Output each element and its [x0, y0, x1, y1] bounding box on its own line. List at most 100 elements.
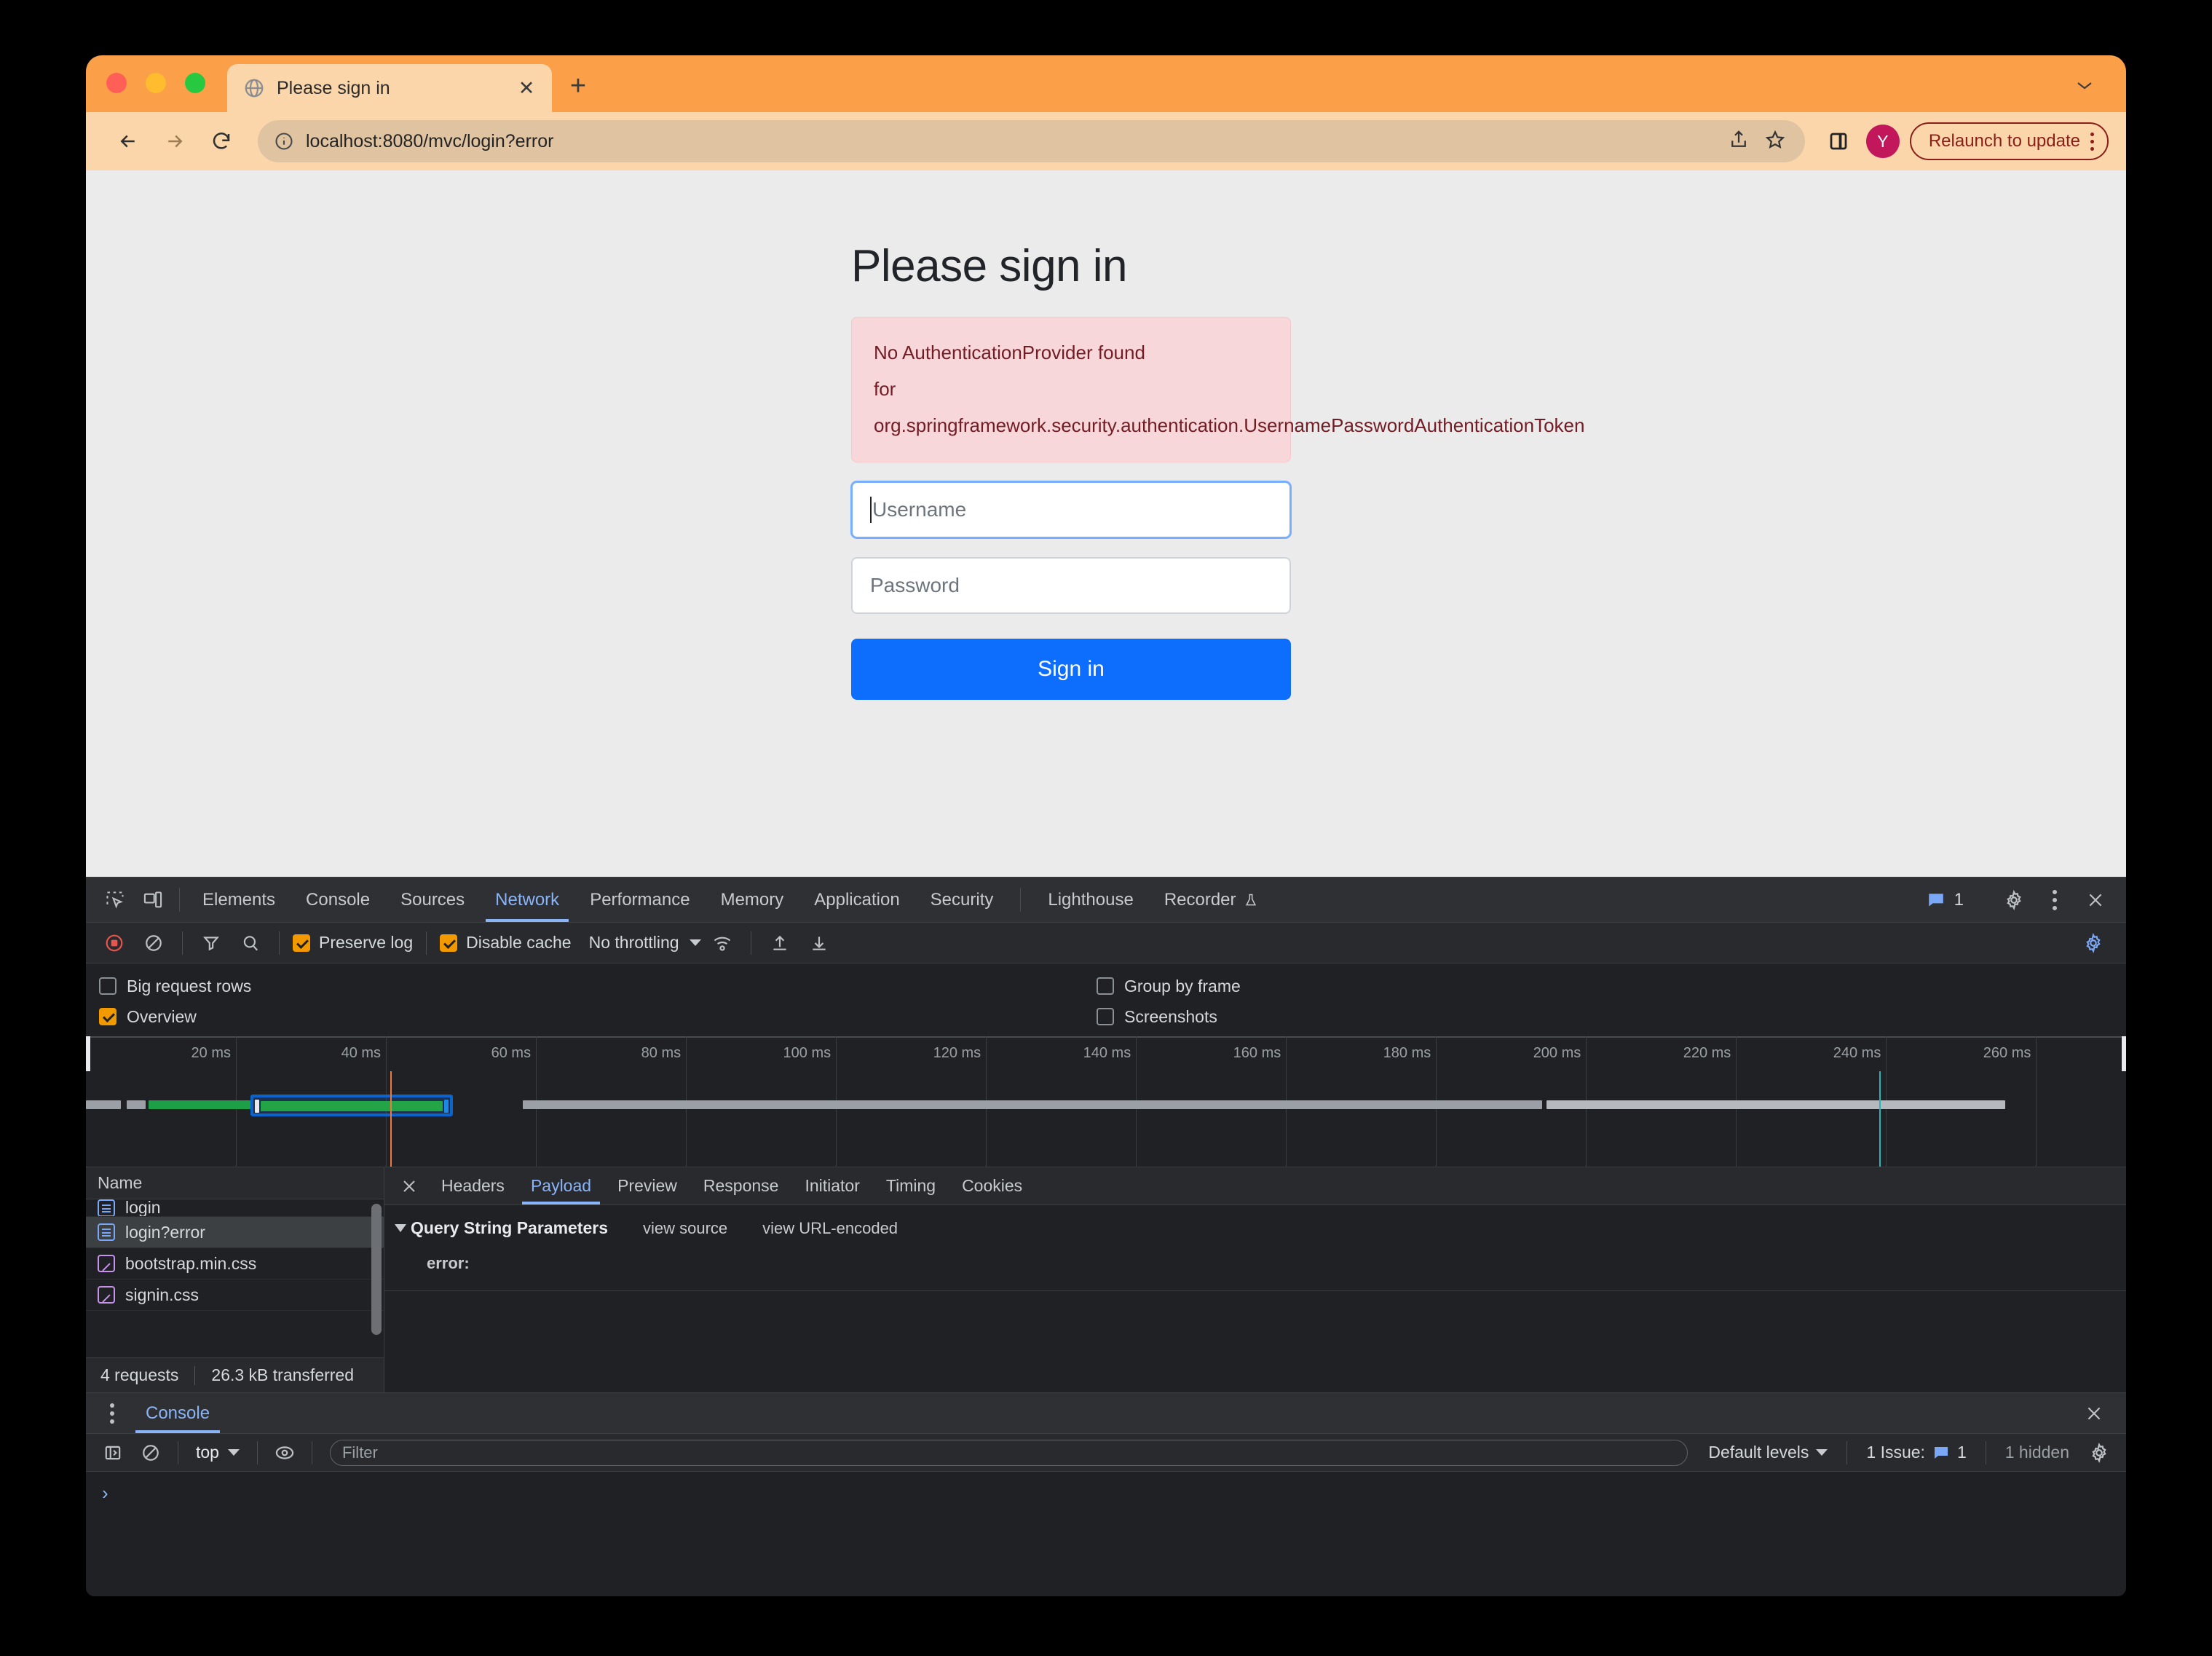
- reload-icon[interactable]: [201, 121, 242, 162]
- console-levels-selector[interactable]: Default levels: [1698, 1443, 1838, 1462]
- minimize-window-button[interactable]: [146, 73, 166, 93]
- preserve-log-checkbox[interactable]: Preserve log: [290, 933, 416, 953]
- query-string-section-header[interactable]: Query String Parameters view source view…: [384, 1218, 2126, 1238]
- chevron-down-icon[interactable]: [2069, 70, 2100, 100]
- view-url-encoded-link[interactable]: view URL-encoded: [762, 1219, 898, 1238]
- console-settings-gear-icon[interactable]: [2081, 1437, 2117, 1469]
- browser-tab[interactable]: Please sign in ✕: [227, 64, 552, 112]
- alert-line-3: org.springframework.security.authenticat…: [874, 408, 1268, 444]
- timeline-bar-signincss: [149, 1100, 250, 1109]
- close-icon[interactable]: [2077, 891, 2114, 910]
- close-window-button[interactable]: [106, 73, 127, 93]
- clear-icon[interactable]: [135, 927, 172, 959]
- disable-cache-checkbox[interactable]: Disable cache: [437, 933, 574, 953]
- overview-label: Overview: [127, 1007, 197, 1027]
- arrow-right-icon[interactable]: [154, 121, 195, 162]
- network-split: Name login login?error bootstrap.min.css: [86, 1167, 2126, 1392]
- table-row[interactable]: signin.css: [86, 1280, 384, 1311]
- kebab-menu-icon[interactable]: [93, 1393, 131, 1433]
- console-filter-input[interactable]: Filter: [330, 1440, 1688, 1466]
- tab-performance[interactable]: Performance: [574, 878, 705, 922]
- group-by-frame-checkbox[interactable]: Group by frame: [1097, 977, 1241, 996]
- tab-preview[interactable]: Preview: [604, 1167, 690, 1204]
- console-prompt[interactable]: ›: [102, 1482, 108, 1504]
- requests-scrollbar[interactable]: [371, 1204, 382, 1335]
- inspect-element-icon[interactable]: [96, 878, 134, 922]
- info-circle-icon[interactable]: [274, 131, 294, 151]
- console-issues-link[interactable]: 1 Issue: 1: [1856, 1443, 1976, 1462]
- context-value: top: [196, 1443, 219, 1462]
- device-toolbar-icon[interactable]: [134, 878, 172, 922]
- network-overview-timeline[interactable]: 20 ms40 ms60 ms80 ms100 ms120 ms140 ms16…: [86, 1036, 2126, 1167]
- requests-list[interactable]: login login?error bootstrap.min.css sign…: [86, 1199, 384, 1357]
- network-conditions-icon[interactable]: [704, 927, 740, 959]
- chevron-down-icon[interactable]: [395, 1224, 406, 1232]
- timeline-selected-request[interactable]: [250, 1095, 453, 1116]
- tab-memory[interactable]: Memory: [706, 878, 799, 922]
- tab-payload[interactable]: Payload: [518, 1167, 604, 1204]
- username-input[interactable]: Username: [851, 481, 1291, 538]
- overview-checkbox[interactable]: Overview: [99, 1007, 1097, 1027]
- timeline-left-handle[interactable]: [86, 1036, 90, 1071]
- console-output[interactable]: ›: [86, 1472, 2126, 1596]
- tab-sources[interactable]: Sources: [385, 878, 480, 922]
- view-source-link[interactable]: view source: [643, 1219, 727, 1238]
- maximize-window-button[interactable]: [185, 73, 205, 93]
- tab-cookies[interactable]: Cookies: [949, 1167, 1035, 1204]
- drawer-tab-console[interactable]: Console: [131, 1393, 224, 1433]
- table-row[interactable]: bootstrap.min.css: [86, 1248, 384, 1280]
- tab-headers[interactable]: Headers: [428, 1167, 518, 1204]
- kebab-menu-icon[interactable]: [2036, 890, 2074, 910]
- sign-in-button[interactable]: Sign in: [851, 639, 1291, 700]
- throttling-select[interactable]: No throttling: [577, 933, 701, 953]
- share-icon[interactable]: [1728, 129, 1753, 154]
- kebab-menu-icon[interactable]: [2090, 133, 2094, 151]
- clear-console-icon[interactable]: [133, 1437, 169, 1469]
- close-icon[interactable]: [390, 1167, 428, 1204]
- table-row[interactable]: login?error: [86, 1217, 384, 1248]
- requests-column-header[interactable]: Name: [86, 1167, 384, 1199]
- show-console-sidebar-icon[interactable]: [95, 1437, 131, 1469]
- requests-pane: Name login login?error bootstrap.min.css: [86, 1167, 384, 1392]
- arrow-left-icon[interactable]: [108, 121, 149, 162]
- side-panel-icon[interactable]: [1821, 124, 1856, 159]
- network-settings-gear-icon[interactable]: [2075, 927, 2112, 959]
- timeline-track-band-b: [1547, 1100, 2005, 1109]
- console-context-selector[interactable]: top: [187, 1443, 248, 1462]
- address-bar[interactable]: localhost:8080/mvc/login?error: [258, 120, 1805, 162]
- live-expression-icon[interactable]: [266, 1437, 303, 1469]
- tab-response[interactable]: Response: [690, 1167, 792, 1204]
- tab-initiator[interactable]: Initiator: [791, 1167, 872, 1204]
- relaunch-to-update-button[interactable]: Relaunch to update: [1910, 122, 2109, 160]
- timeline-tick-label: 40 ms: [341, 1045, 381, 1062]
- export-har-icon[interactable]: [801, 927, 837, 959]
- close-icon[interactable]: ✕: [514, 76, 539, 100]
- tab-network[interactable]: Network: [480, 878, 574, 922]
- avatar[interactable]: Y: [1866, 125, 1900, 158]
- star-icon[interactable]: [1764, 129, 1789, 154]
- tab-elements[interactable]: Elements: [187, 878, 291, 922]
- search-icon[interactable]: [232, 927, 269, 959]
- gear-icon[interactable]: [1995, 890, 2033, 910]
- tab-strip: Please sign in ✕ +: [86, 55, 2126, 112]
- tab-recorder[interactable]: Recorder: [1149, 878, 1273, 922]
- import-har-icon[interactable]: [762, 927, 798, 959]
- levels-value: Default levels: [1708, 1443, 1809, 1462]
- close-icon[interactable]: [2075, 1404, 2113, 1423]
- tab-lighthouse[interactable]: Lighthouse: [1032, 878, 1148, 922]
- issues-counter[interactable]: 1: [1916, 890, 1974, 910]
- tab-console[interactable]: Console: [291, 878, 385, 922]
- table-row[interactable]: login: [86, 1199, 384, 1217]
- password-input[interactable]: Password: [851, 557, 1291, 614]
- tab-application[interactable]: Application: [799, 878, 915, 922]
- tab-timing[interactable]: Timing: [873, 1167, 949, 1204]
- screenshots-checkbox[interactable]: Screenshots: [1097, 1007, 1217, 1027]
- filter-icon[interactable]: [193, 927, 229, 959]
- big-request-rows-checkbox[interactable]: Big request rows: [99, 977, 1097, 996]
- record-stop-icon[interactable]: [96, 927, 133, 959]
- plus-icon[interactable]: +: [562, 70, 594, 102]
- tab-label: Headers: [441, 1176, 505, 1196]
- timeline-right-handle[interactable]: [2122, 1036, 2126, 1071]
- tab-security[interactable]: Security: [915, 878, 1009, 922]
- window-controls: [86, 73, 205, 112]
